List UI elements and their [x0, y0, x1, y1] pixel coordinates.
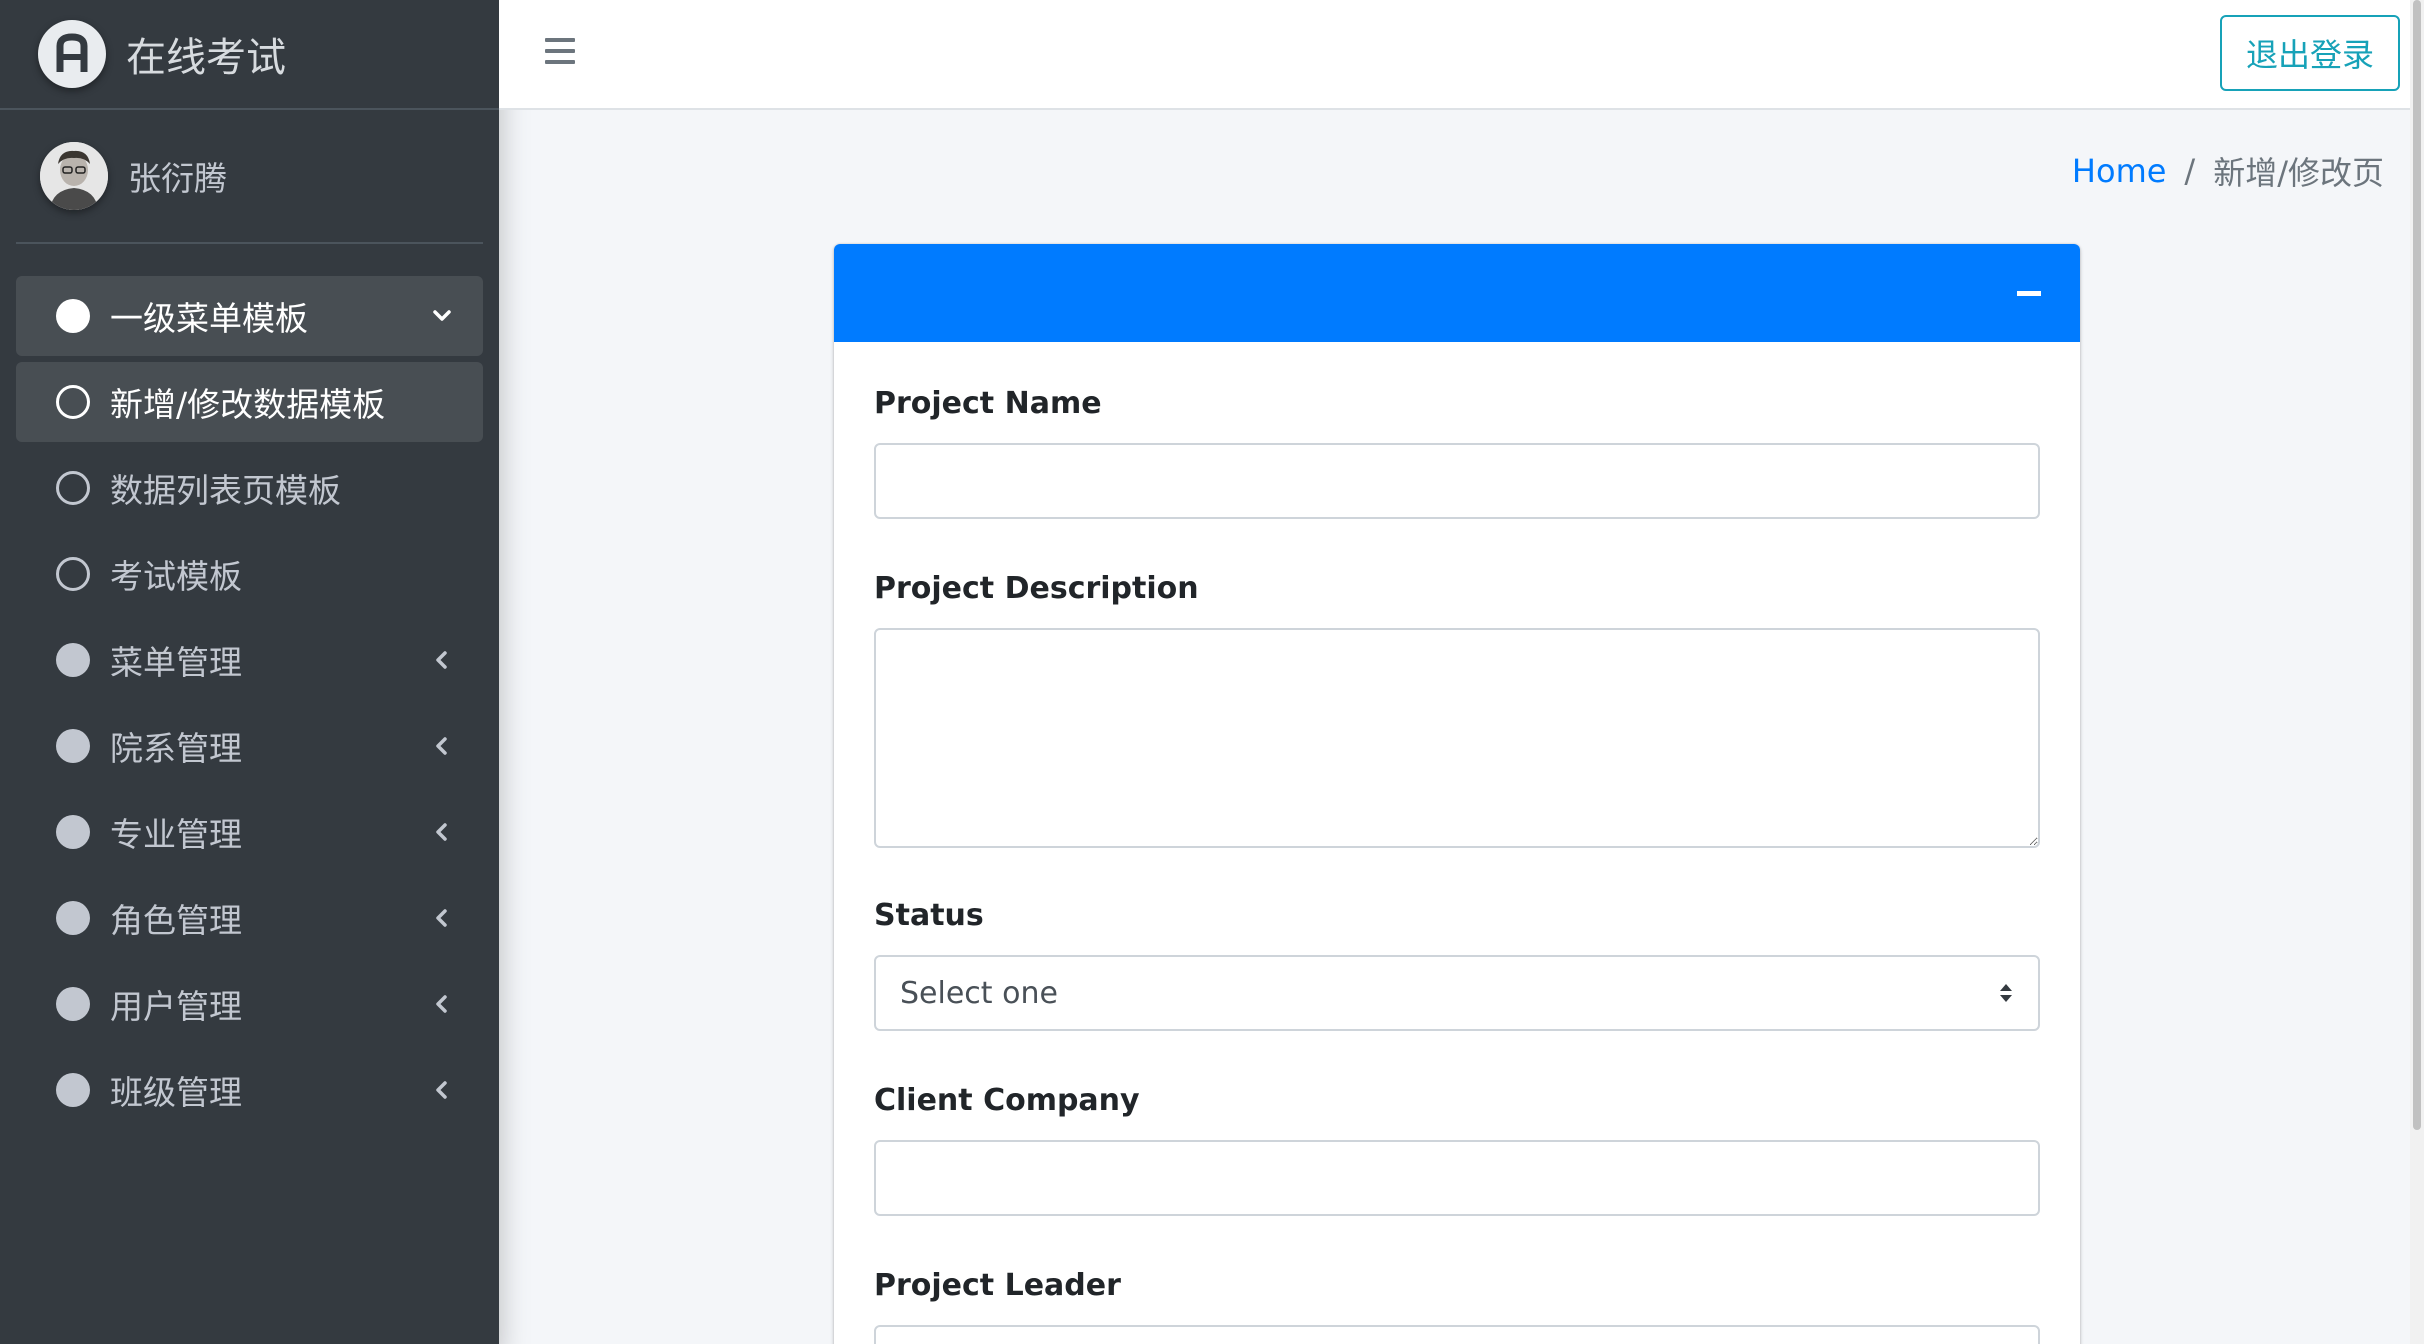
form-group-project-description: Project Description	[874, 571, 2040, 848]
sidebar-item-label: 考试模板	[110, 557, 242, 596]
sidebar-item-add-edit-template[interactable]: 新增/修改数据模板	[16, 362, 483, 442]
circle-filled-icon	[56, 901, 90, 935]
chevron-left-icon	[431, 735, 453, 757]
sidebar-item-label: 院系管理	[110, 729, 242, 768]
top-navbar: 退出登录	[499, 0, 2424, 110]
sidebar-item-exam-template[interactable]: 考试模板	[16, 534, 483, 614]
page-scrollbar[interactable]	[2410, 0, 2424, 1344]
form-group-client-company: Client Company	[874, 1083, 2040, 1216]
user-avatar	[40, 142, 108, 210]
circle-filled-icon	[56, 643, 90, 677]
circle-outline-icon	[56, 385, 90, 419]
circle-filled-icon	[56, 729, 90, 763]
circle-outline-icon	[56, 471, 90, 505]
sidebar-item-role-management[interactable]: 角色管理	[16, 878, 483, 958]
project-name-input[interactable]	[874, 443, 2040, 519]
project-leader-input[interactable]	[874, 1325, 2040, 1344]
sidebar-item-label: 用户管理	[110, 987, 242, 1026]
client-company-input[interactable]	[874, 1140, 2040, 1216]
breadcrumb: Home / 新增/修改页	[2072, 148, 2384, 194]
a-letter-logo-icon	[38, 20, 106, 88]
brand-link[interactable]: 在线考试	[0, 0, 499, 110]
breadcrumb-separator: /	[2184, 152, 2196, 190]
status-label: Status	[874, 898, 984, 933]
breadcrumb-home-link[interactable]: Home	[2072, 152, 2167, 190]
sidebar-item-label: 菜单管理	[110, 643, 242, 682]
sidebar-item-department-management[interactable]: 院系管理	[16, 706, 483, 786]
sidebar-item-label: 专业管理	[110, 815, 242, 854]
form-group-project-name: Project Name	[874, 386, 2040, 519]
sidebar-item-menu-management[interactable]: 菜单管理	[16, 620, 483, 700]
logout-button[interactable]: 退出登录	[2220, 15, 2400, 91]
breadcrumb-current: 新增/修改页	[2213, 154, 2384, 192]
circle-outline-icon	[56, 557, 90, 591]
brand-title: 在线考试	[126, 35, 286, 81]
sidebar-item-list-template[interactable]: 数据列表页模板	[16, 448, 483, 528]
chevron-left-icon	[431, 821, 453, 843]
sidebar-item-major-management[interactable]: 专业管理	[16, 792, 483, 872]
user-name: 张衍腾	[128, 159, 227, 198]
sidebar-item-label: 一级菜单模板	[110, 299, 308, 338]
sidebar-item-label: 数据列表页模板	[110, 471, 341, 510]
card-body: Project Name Project Description Status …	[834, 342, 2080, 1344]
sidebar-nav: 一级菜单模板 新增/修改数据模板 数据列表页模板 考试模板 菜单管理 院系管理	[0, 276, 499, 1130]
circle-filled-icon	[56, 815, 90, 849]
card-header	[834, 244, 2080, 342]
project-description-textarea[interactable]	[874, 628, 2040, 848]
chevron-left-icon	[431, 1079, 453, 1101]
sidebar-item-first-level-menu[interactable]: 一级菜单模板	[16, 276, 483, 356]
sidebar-item-class-management[interactable]: 班级管理	[16, 1050, 483, 1130]
client-company-label: Client Company	[874, 1083, 1140, 1118]
scrollbar-thumb[interactable]	[2413, 0, 2421, 1130]
project-form-card: Project Name Project Description Status …	[834, 244, 2080, 1344]
main-sidebar: 在线考试 张衍腾 一级菜单模板 新增/修改数据模板 数据列表页模板 考试模板 菜…	[0, 0, 499, 1344]
circle-filled-icon	[56, 299, 90, 333]
chevron-left-icon	[431, 907, 453, 929]
sidebar-item-label: 班级管理	[110, 1073, 242, 1112]
circle-filled-icon	[56, 1073, 90, 1107]
circle-filled-icon	[56, 987, 90, 1021]
chevron-down-icon	[431, 305, 453, 327]
user-panel[interactable]: 张衍腾	[16, 110, 483, 244]
chevron-left-icon	[431, 993, 453, 1015]
project-description-label: Project Description	[874, 571, 1199, 606]
sidebar-item-user-management[interactable]: 用户管理	[16, 964, 483, 1044]
project-name-label: Project Name	[874, 386, 1102, 421]
select-arrows-icon	[1998, 982, 2014, 1004]
form-group-project-leader: Project Leader	[874, 1268, 2040, 1344]
chevron-left-icon	[431, 649, 453, 671]
sidebar-item-label: 角色管理	[110, 901, 242, 940]
sidebar-item-label: 新增/修改数据模板	[110, 385, 386, 424]
minus-icon[interactable]	[2014, 278, 2044, 308]
status-select[interactable]: Select one	[874, 955, 2040, 1031]
form-group-status: Status Select one	[874, 898, 2040, 1031]
project-leader-label: Project Leader	[874, 1268, 1121, 1303]
status-selected-value: Select one	[900, 975, 1058, 1011]
hamburger-icon[interactable]	[545, 38, 575, 68]
